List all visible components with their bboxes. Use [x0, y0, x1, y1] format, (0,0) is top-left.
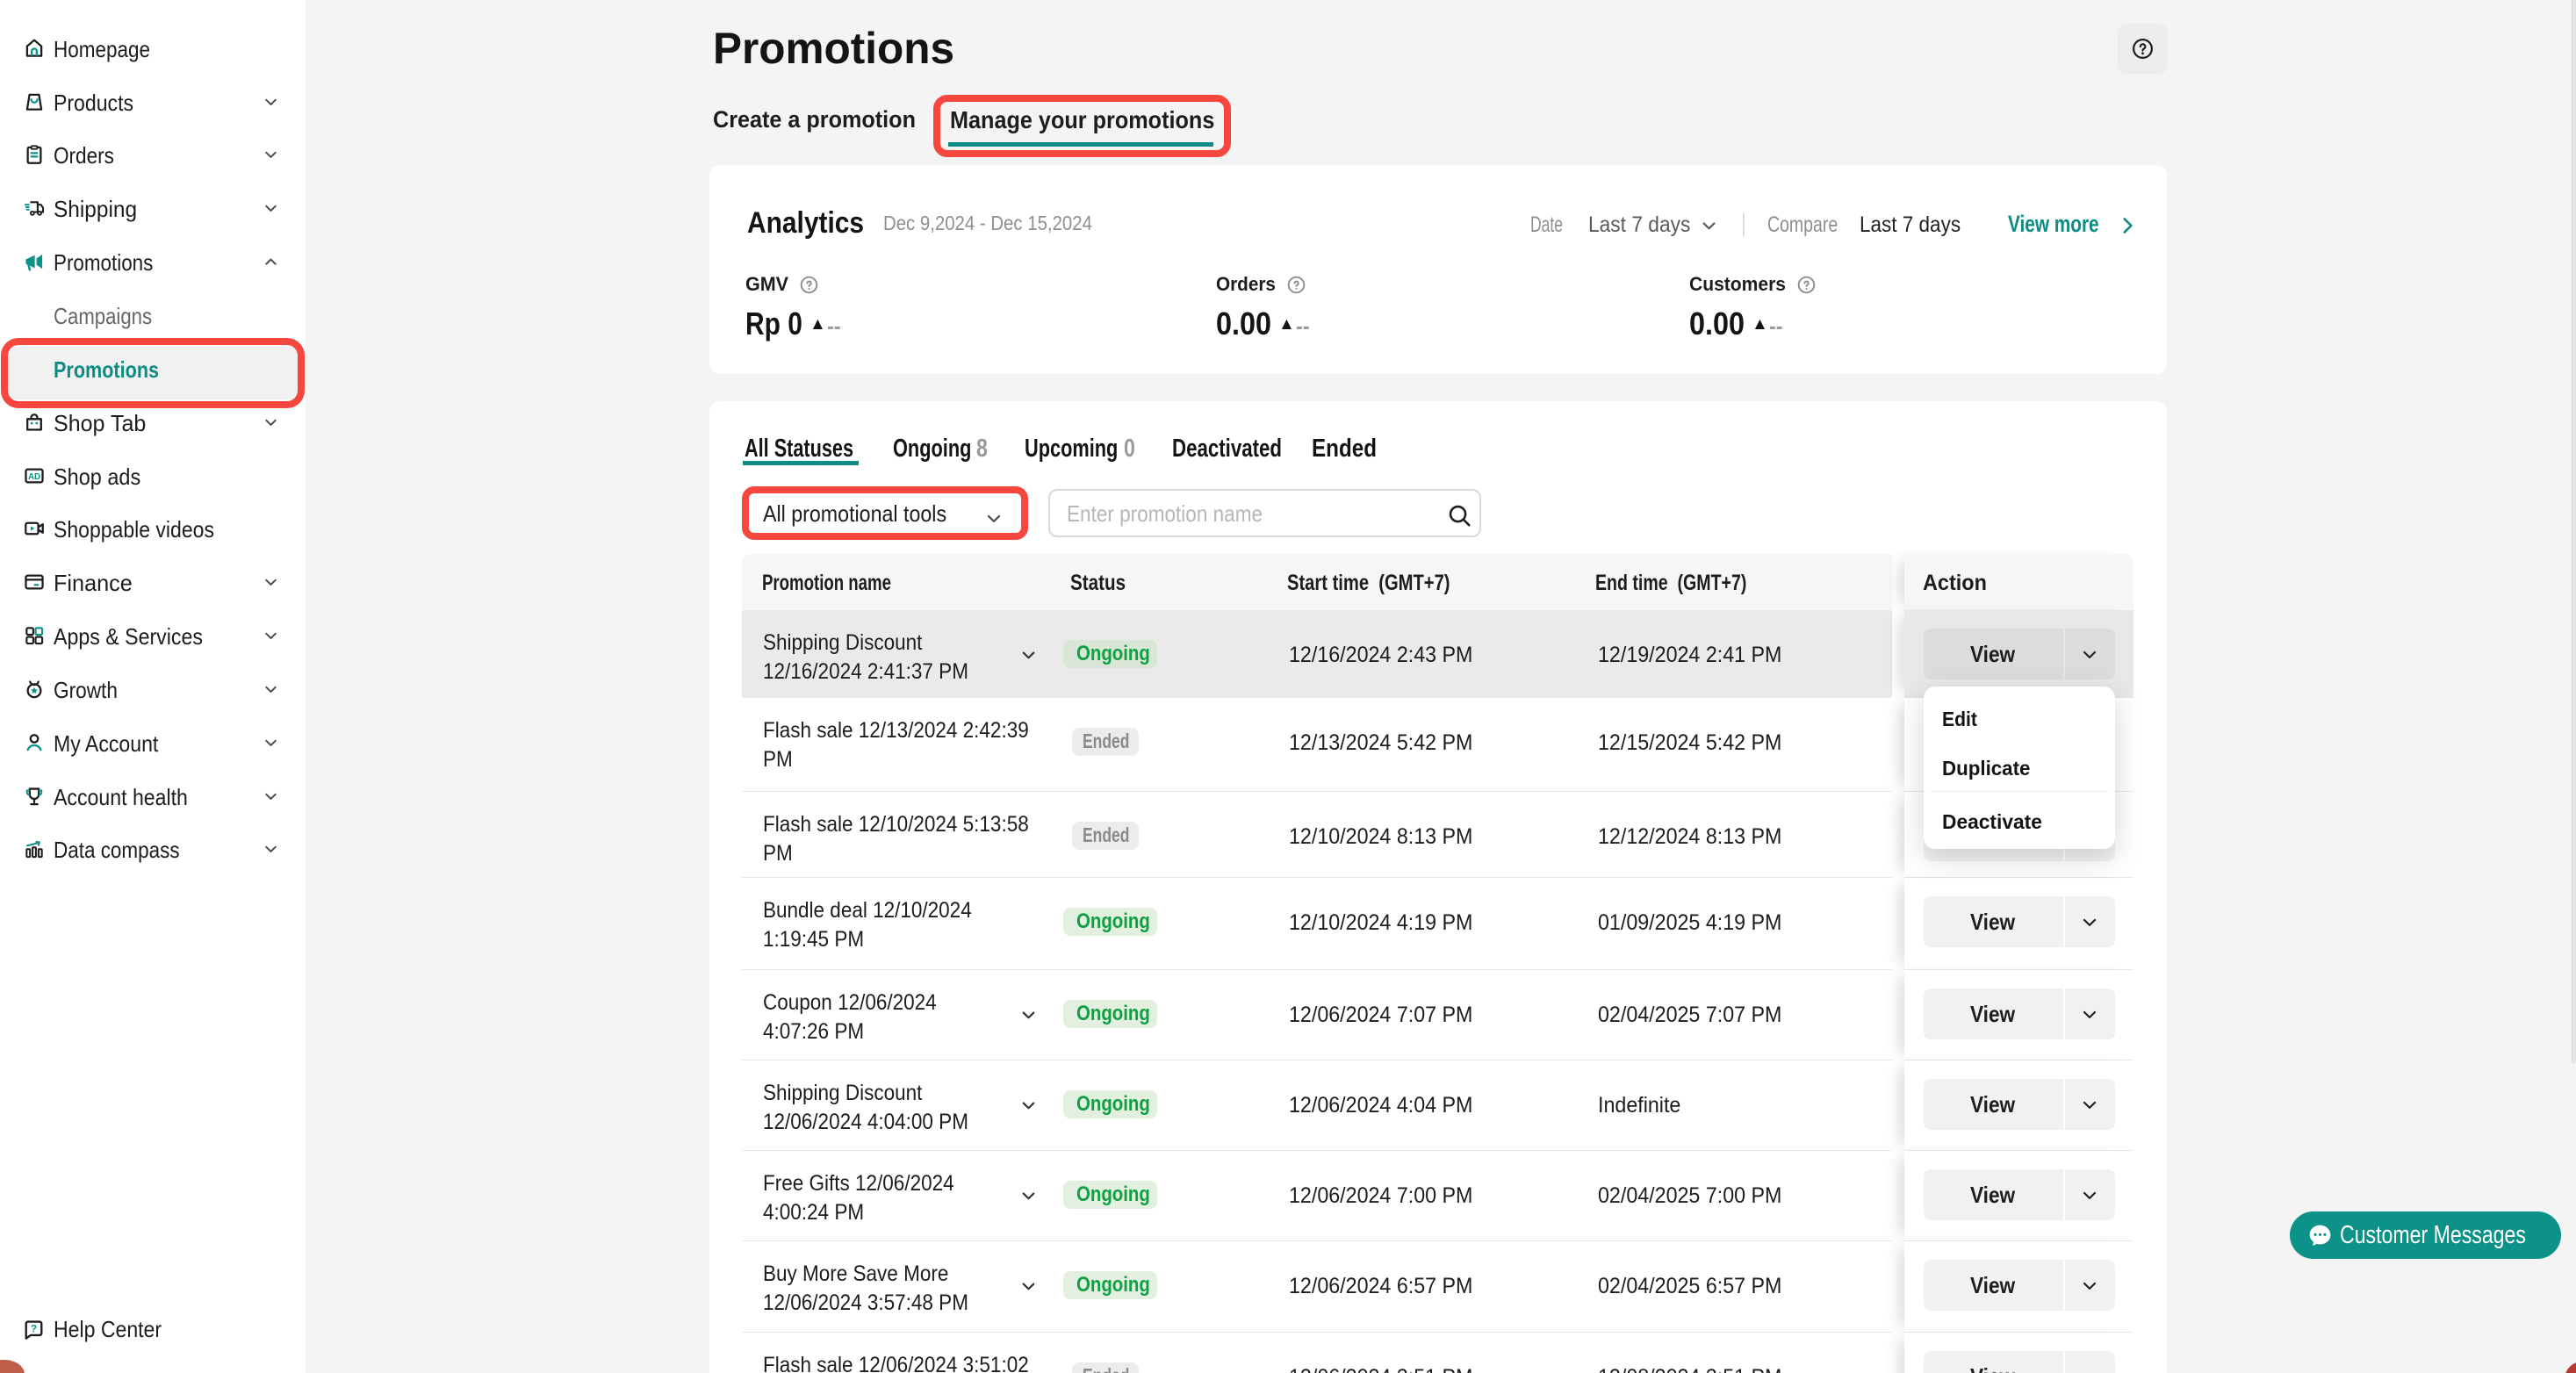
svg-text:?: ? [31, 1322, 37, 1334]
svg-text:AD: AD [28, 472, 40, 482]
